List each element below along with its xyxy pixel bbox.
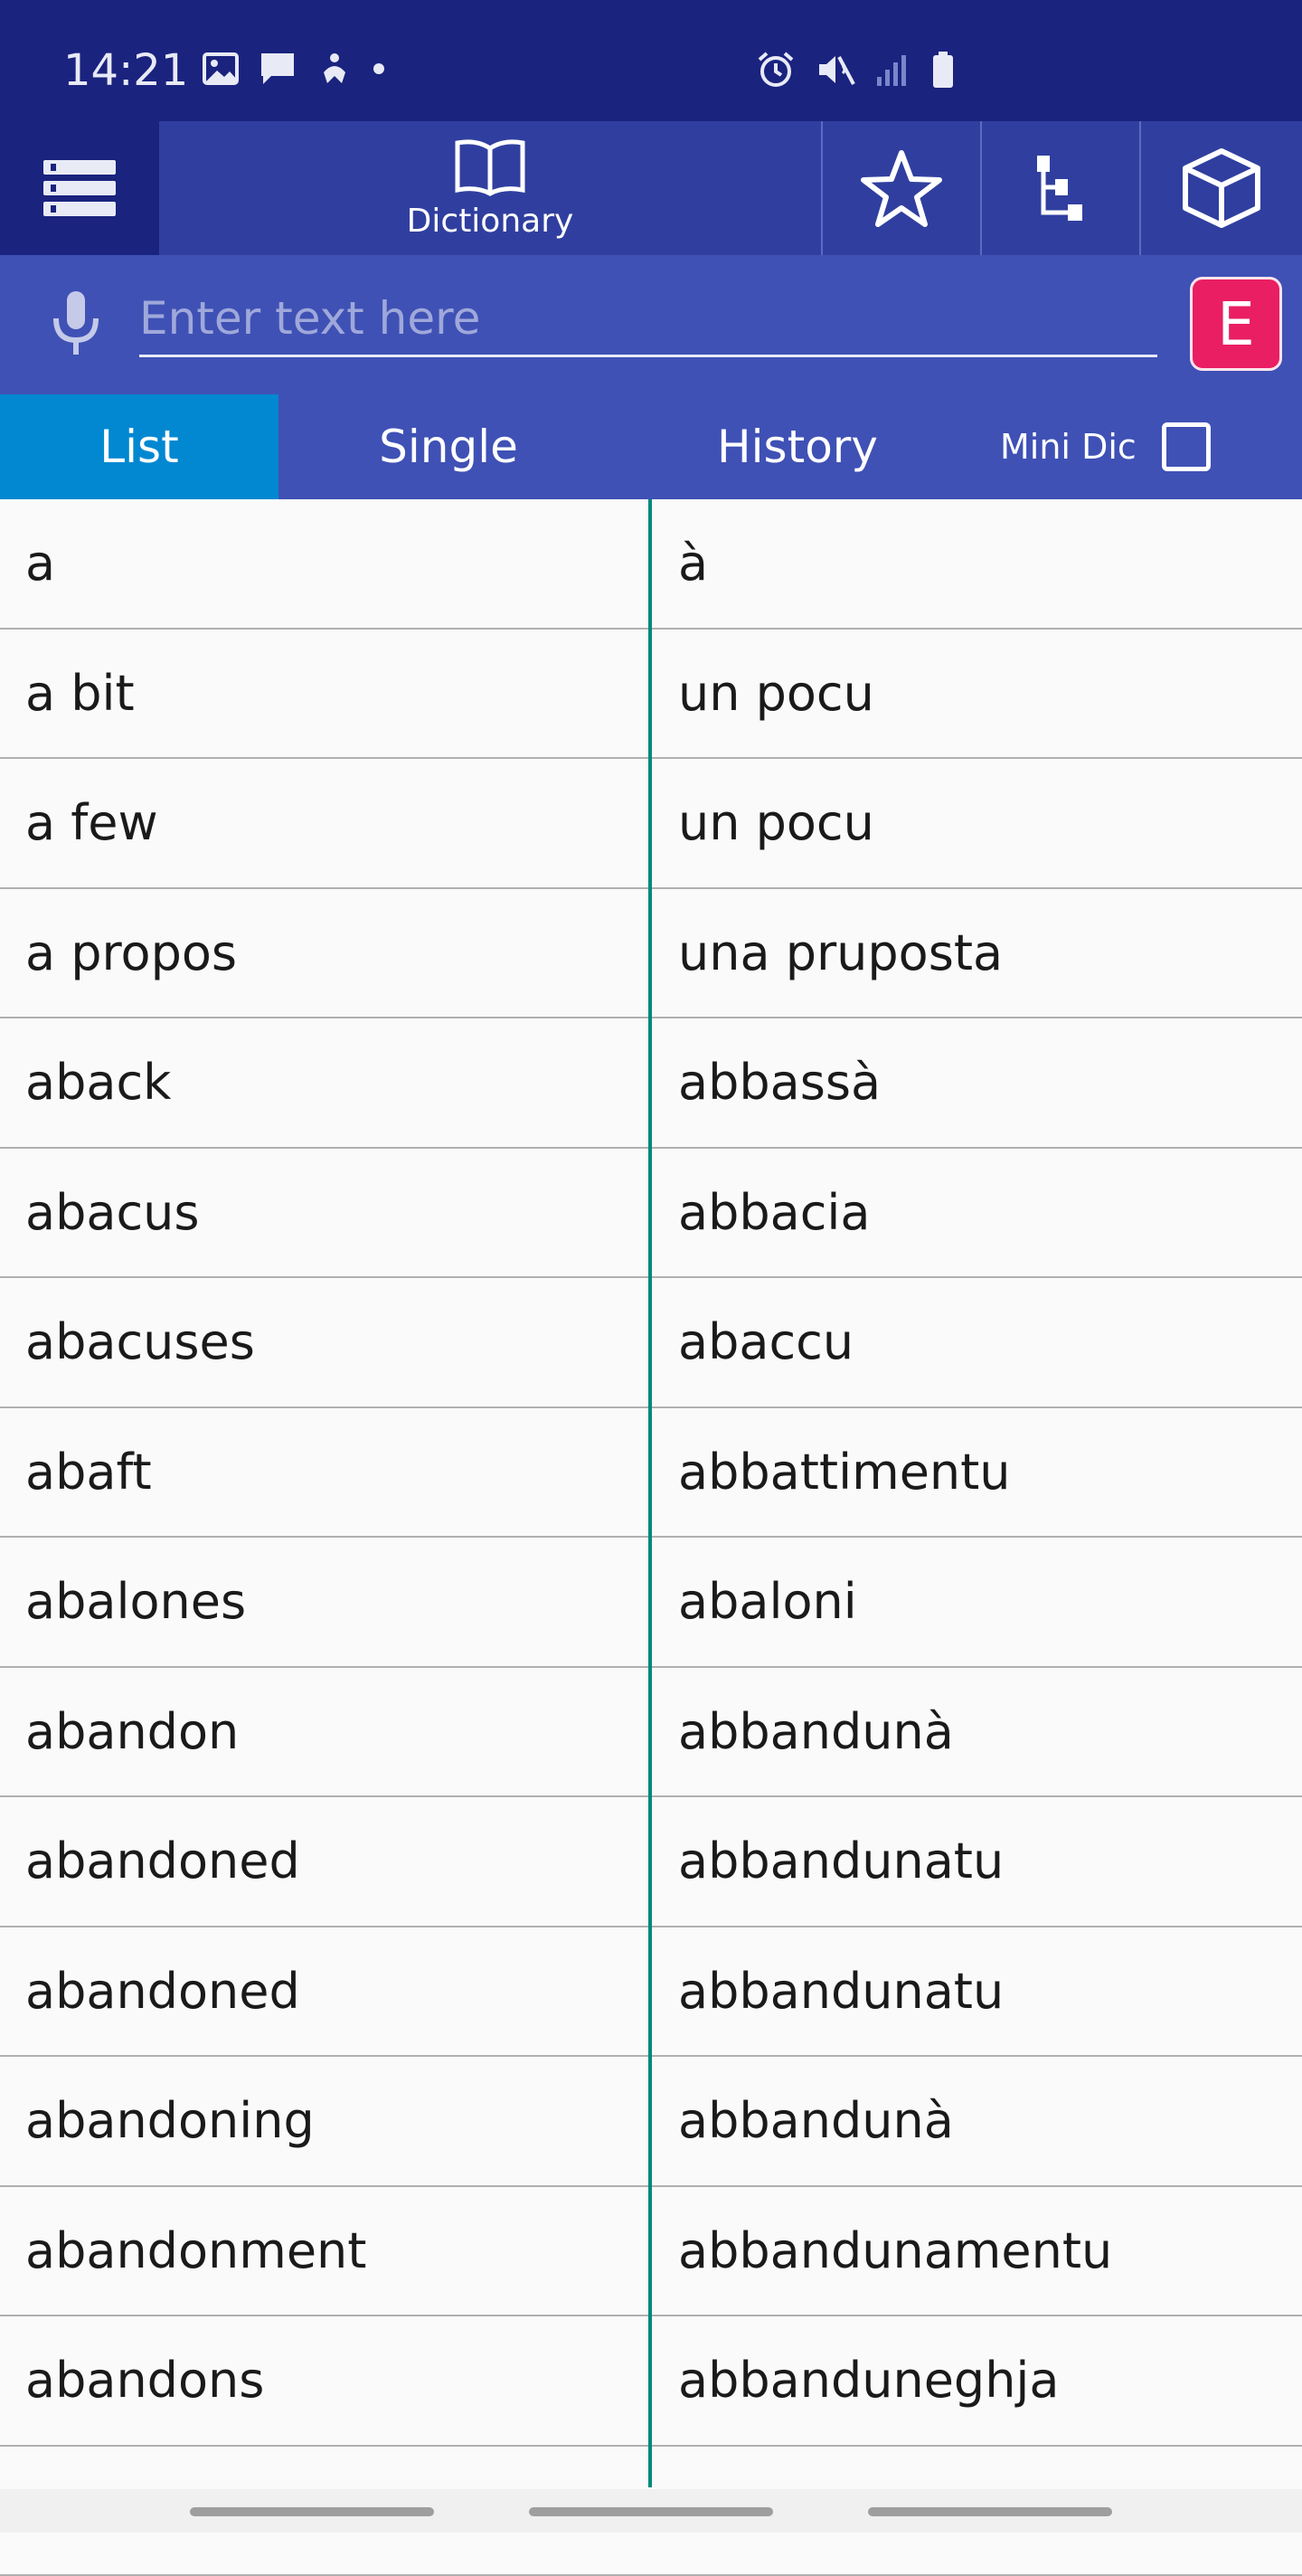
english-word: a propos <box>25 889 237 1017</box>
notification-icons <box>203 51 385 87</box>
mini-dic-checkbox[interactable] <box>1162 422 1211 471</box>
mute-icon <box>816 52 855 88</box>
menu-list-icon <box>42 158 118 218</box>
search-input[interactable] <box>139 282 1157 357</box>
nav-recents-button[interactable] <box>190 2507 434 2516</box>
translation-word: à <box>678 499 708 627</box>
box-button[interactable] <box>1139 121 1302 255</box>
tab-list[interactable]: List <box>0 394 278 499</box>
translation-word: abbacia <box>678 1149 871 1276</box>
tab-history[interactable]: History <box>618 394 976 499</box>
microphone-icon[interactable] <box>40 288 112 360</box>
battery-icon <box>931 51 955 89</box>
translation-word: abbassà <box>678 1018 881 1146</box>
translation-word: un pocu <box>678 630 874 757</box>
cube-icon <box>1180 147 1263 230</box>
translation-word: abbanduneghja <box>678 2316 1060 2444</box>
tree-structure-icon <box>1033 152 1088 224</box>
mini-dic-label: Mini Dic <box>1000 427 1137 467</box>
nav-home-button[interactable] <box>529 2507 773 2516</box>
english-word: abandoned <box>25 1927 300 2055</box>
english-word: abandon <box>25 1668 239 1795</box>
accessibility-icon <box>316 51 353 87</box>
english-word: abandoning <box>25 2057 315 2184</box>
translation-word: abaccu <box>678 1278 854 1406</box>
translation-word: abbandunà <box>678 1668 954 1795</box>
book-icon <box>454 137 526 197</box>
mini-dic-toggle[interactable]: Mini Dic <box>1000 394 1211 499</box>
search-bar <box>0 255 1302 394</box>
english-word: a <box>25 499 55 627</box>
dictionary-tab[interactable]: Dictionary <box>159 121 821 255</box>
tree-button[interactable] <box>980 121 1139 255</box>
signal-icon <box>875 52 911 88</box>
english-word: abaft <box>25 1408 152 1536</box>
status-bar: 14:21 <box>0 0 1302 121</box>
english-word: abandonment <box>25 2187 366 2315</box>
message-icon <box>259 51 297 87</box>
english-word: a few <box>25 759 158 886</box>
favorites-button[interactable] <box>821 121 980 255</box>
dot-icon <box>373 62 385 75</box>
translation-word: abbandunatu <box>678 1797 1004 1925</box>
nav-back-button[interactable] <box>868 2507 1112 2516</box>
translation-word: abaloni <box>678 1538 857 1665</box>
view-tabs: List Single History Mini Dic <box>0 394 1302 499</box>
navigation-bar <box>0 2489 1302 2533</box>
gallery-icon <box>203 52 239 85</box>
status-time: 14:21 <box>63 45 188 96</box>
language-button[interactable]: E <box>1190 277 1282 371</box>
english-word: abandoned <box>25 1797 300 1925</box>
english-word: abandons <box>25 2316 264 2444</box>
english-word: abalones <box>25 1538 246 1665</box>
translation-word: un pocu <box>678 759 874 886</box>
translation-word: abbandunamentu <box>678 2187 1112 2315</box>
tab-single[interactable]: Single <box>278 394 618 499</box>
translation-word: abbandunatu <box>678 1927 1004 2055</box>
english-word: abacuses <box>25 1278 255 1406</box>
english-word: a bit <box>25 630 135 757</box>
translation-word: abbandunà <box>678 2057 954 2184</box>
translation-word: abbattimentu <box>678 1408 1011 1536</box>
column-divider <box>648 499 652 2487</box>
app-bar: Dictionary <box>0 121 1302 255</box>
menu-button[interactable] <box>0 121 159 255</box>
star-icon <box>860 148 943 228</box>
english-word: abacus <box>25 1149 200 1276</box>
alarm-icon <box>756 51 796 89</box>
english-word: aback <box>25 1018 171 1146</box>
system-icons <box>756 51 955 89</box>
dictionary-label: Dictionary <box>407 203 574 240</box>
translation-word: una pruposta <box>678 889 1003 1017</box>
